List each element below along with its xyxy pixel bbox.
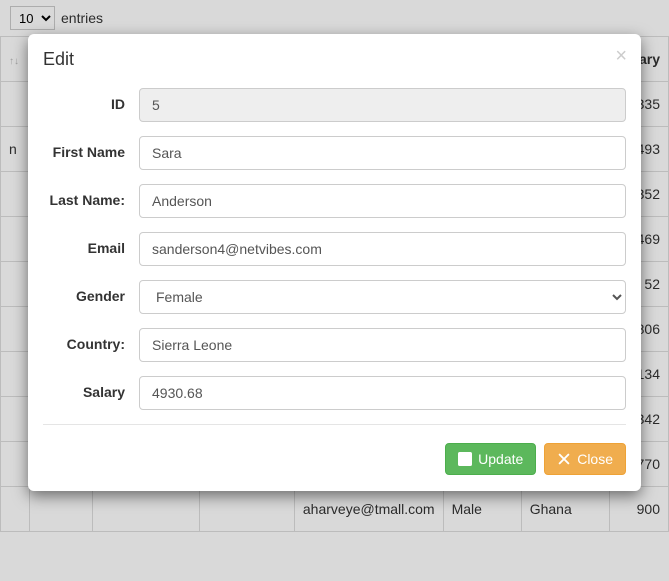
id-field <box>139 88 626 122</box>
gender-label: Gender <box>43 280 139 305</box>
email-field[interactable] <box>139 232 626 266</box>
modal-body: ID First Name Last Name: Email Gender <box>28 76 641 429</box>
last-name-label: Last Name: <box>43 184 139 209</box>
update-button[interactable]: Update <box>445 443 536 475</box>
modal-footer: Update Close <box>28 429 641 491</box>
first-name-label: First Name <box>43 136 139 161</box>
modal-header: Edit × <box>28 34 641 76</box>
update-button-label: Update <box>478 451 523 467</box>
edit-modal: Edit × ID First Name Last Name: Email <box>28 34 641 491</box>
salary-label: Salary <box>43 376 139 401</box>
modal-title: Edit <box>43 49 626 70</box>
close-button-label: Close <box>577 451 613 467</box>
country-field[interactable] <box>139 328 626 362</box>
first-name-field[interactable] <box>139 136 626 170</box>
divider <box>43 424 626 425</box>
check-icon <box>458 452 472 466</box>
close-icon[interactable]: × <box>615 46 627 66</box>
x-icon <box>557 452 571 466</box>
email-label: Email <box>43 232 139 257</box>
last-name-field[interactable] <box>139 184 626 218</box>
country-label: Country: <box>43 328 139 353</box>
close-button[interactable]: Close <box>544 443 626 475</box>
gender-select[interactable]: Female <box>139 280 626 314</box>
salary-field[interactable] <box>139 376 626 410</box>
id-label: ID <box>43 88 139 113</box>
